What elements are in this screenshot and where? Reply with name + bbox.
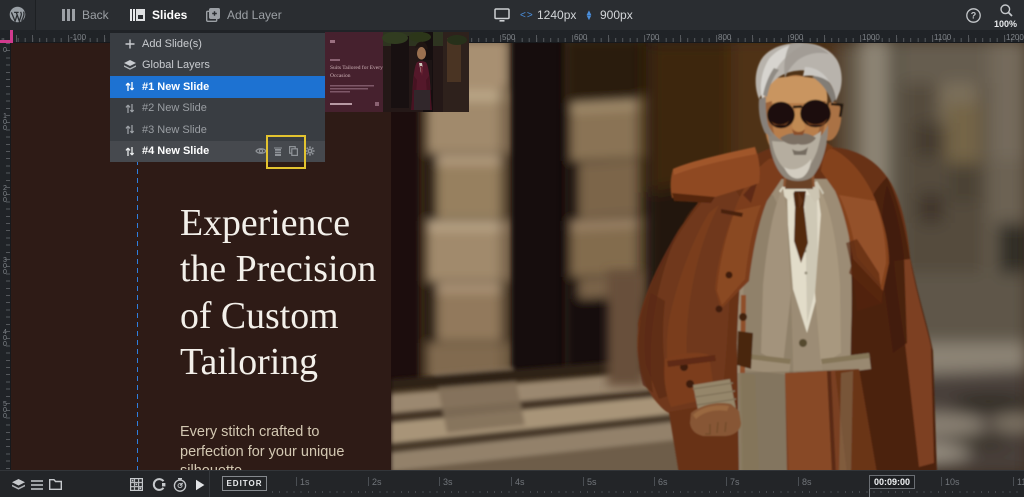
svg-text:Suits Tailored for Every: Suits Tailored for Every: [330, 64, 383, 71]
svg-text:Occasion: Occasion: [330, 73, 351, 79]
svg-text:?: ?: [971, 10, 977, 20]
